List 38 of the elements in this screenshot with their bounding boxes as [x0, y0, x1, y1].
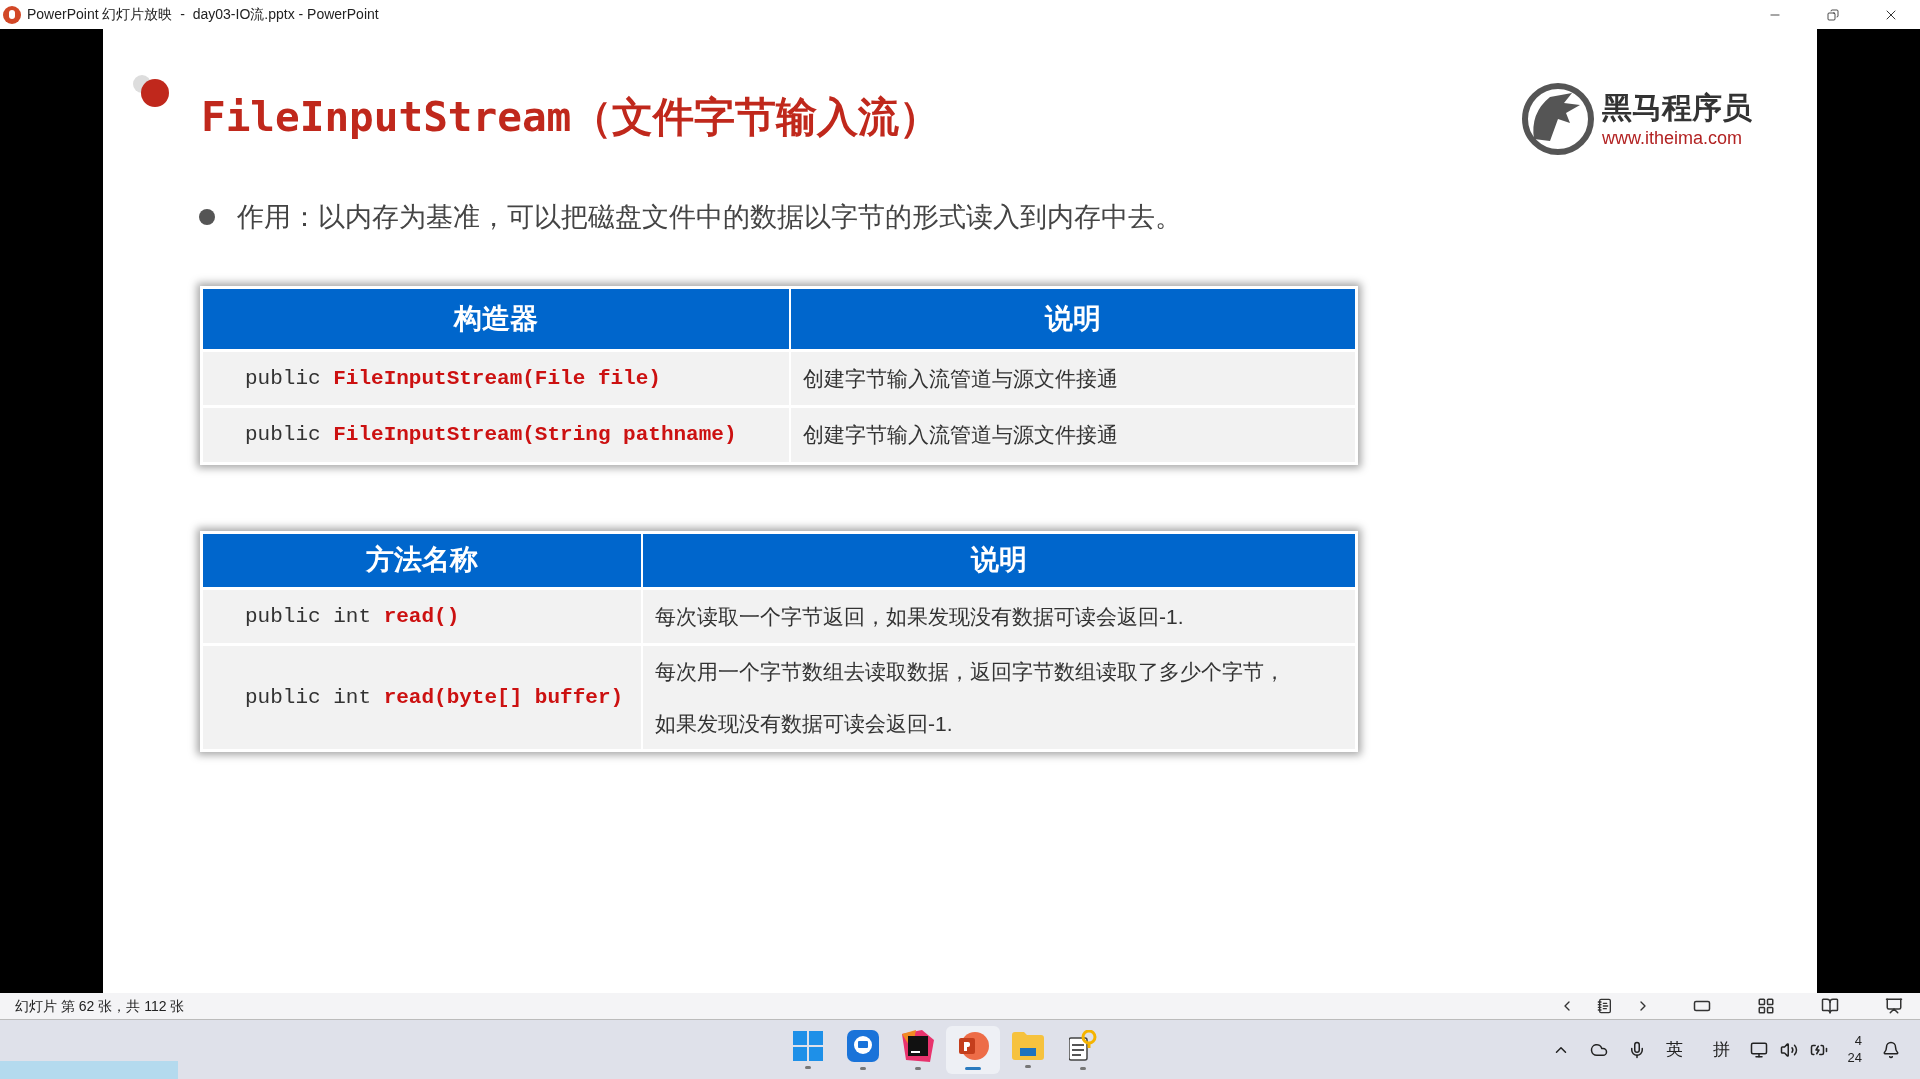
table-cell: public FileInputStream(String pathname) [203, 408, 791, 462]
table-cell: 每次读取一个字节返回，如果发现没有数据可读会返回-1. [643, 589, 1355, 643]
clock-date[interactable]: 24 [1847, 1049, 1862, 1066]
column-header: 构造器 [203, 288, 791, 349]
column-header: 说明 [791, 288, 1355, 349]
slideshow-icon[interactable] [1885, 997, 1903, 1015]
bullet-text: 作用：以内存为基准，可以把磁盘文件中的数据以字节的形式读入到内存中去。 [237, 201, 1182, 234]
notepad-help-icon[interactable] [1069, 1029, 1097, 1062]
windows-logo-icon[interactable] [793, 1030, 823, 1061]
logo-name: 黑马程序员 [1602, 90, 1752, 126]
powerpoint-app-icon[interactable] [957, 1029, 989, 1062]
ide-app-icon[interactable] [902, 1029, 934, 1062]
bullet-dot-icon [133, 75, 169, 107]
table-cell: public FileInputStream(File file) [203, 351, 791, 405]
slide-title: FileInputStream（文件字节输入流） [201, 97, 941, 138]
volume-icon[interactable] [1779, 1040, 1798, 1059]
chat-app-icon[interactable] [847, 1029, 879, 1062]
bullet-icon [199, 209, 215, 226]
table-cell: 每次用一个字节数组去读取数据，返回字节数组读取了多少个字节， 如果发现没有数据可读会返回-1. [643, 646, 1355, 749]
slide-counter: 幻灯片 第 62 张，共 112 张 [15, 996, 185, 1016]
slide-sorter-icon[interactable] [1757, 997, 1775, 1015]
clock-time[interactable]: 4 [1854, 1033, 1862, 1050]
restore-icon[interactable] [1827, 8, 1839, 21]
notifications-icon[interactable] [1882, 1040, 1900, 1059]
folder-icon[interactable] [1012, 1031, 1044, 1060]
table-cell: 创建字节输入流管道与源文件接通 [791, 351, 1355, 405]
window-title: PowerPoint 幻灯片放映 - day03-IO流.pptx - PowerPoint [27, 5, 379, 24]
ime-language[interactable]: 英 [1665, 1036, 1683, 1063]
notes-icon[interactable] [1597, 998, 1613, 1014]
table-cell: public int read() [203, 589, 643, 643]
table-cell: 创建字节输入流管道与源文件接通 [791, 408, 1355, 462]
horse-logo-icon [1520, 83, 1596, 155]
table-cell: public int read(byte[] buffer) [203, 646, 643, 749]
column-header: 说明 [643, 533, 1355, 587]
logo-url: www.itheima.com [1602, 126, 1744, 149]
ime-mode[interactable]: 拼 [1712, 1036, 1730, 1063]
column-header: 方法名称 [203, 533, 643, 587]
reading-view-icon[interactable] [1821, 997, 1839, 1015]
